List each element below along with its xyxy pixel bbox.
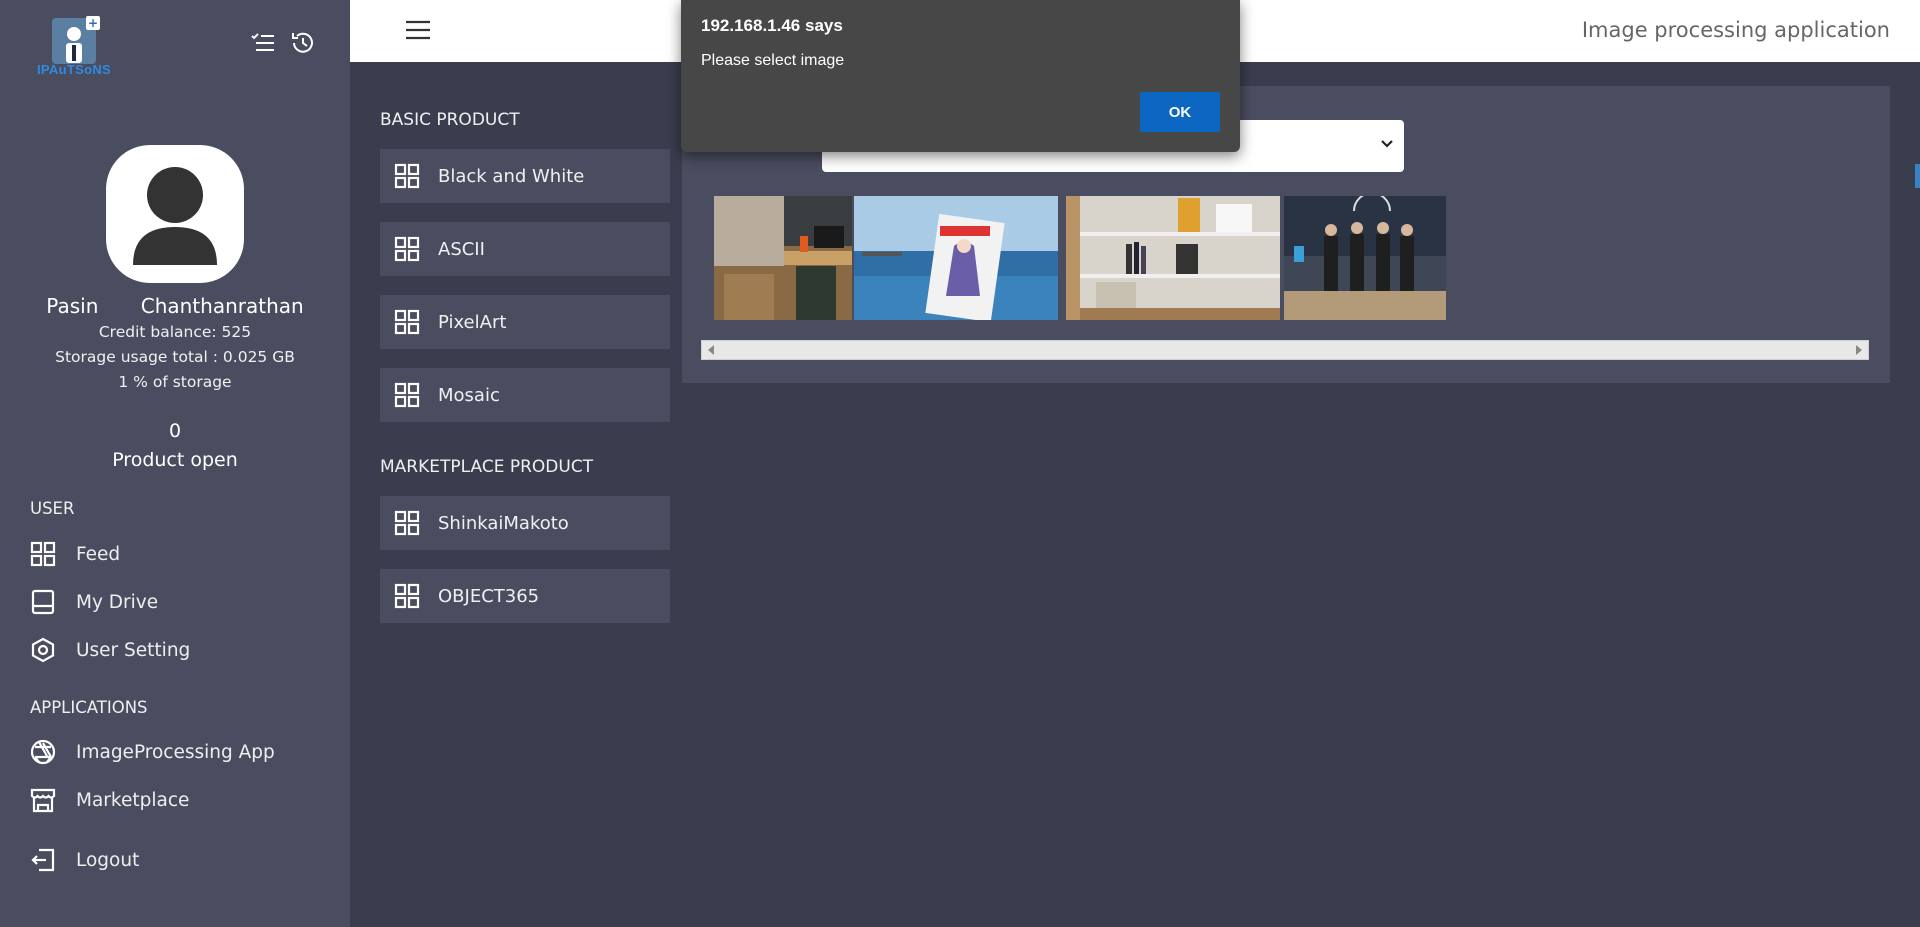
hamburger-menu-icon[interactable] [406, 20, 430, 40]
edge-indicator [1915, 164, 1920, 188]
nav-imageprocessing-label: ImageProcessing App [76, 741, 275, 763]
grid-icon [394, 382, 420, 408]
user-section-label: USER [30, 499, 75, 518]
product-open-label: Product open [112, 449, 238, 471]
product-label: Mosaic [438, 384, 500, 406]
sidebar: + IPAuTSoNS Pasin Chanthanrathan Credit … [0, 0, 350, 927]
drive-icon [30, 589, 56, 615]
scroll-right-icon[interactable] [1856, 345, 1862, 355]
history-icon[interactable] [290, 30, 316, 56]
alert-title: 192.168.1.46 says [701, 16, 843, 35]
nav-my-drive-label: My Drive [76, 591, 159, 613]
basic-product-label: BASIC PRODUCT [380, 110, 520, 130]
aperture-icon [30, 739, 56, 765]
nav-marketplace[interactable]: Marketplace [30, 783, 189, 817]
user-name: Pasin Chanthanrathan [0, 294, 350, 318]
grid-icon [394, 309, 420, 335]
grid-icon [394, 510, 420, 536]
storage-percent: 1 % of storage [118, 373, 232, 391]
product-mosaic[interactable]: Mosaic [380, 368, 670, 422]
nav-user-setting[interactable]: User Setting [30, 633, 190, 667]
alert-ok-button[interactable]: OK [1140, 92, 1220, 132]
product-label: ASCII [438, 238, 485, 260]
app-title: Image processing application [1581, 18, 1890, 42]
image-thumbnail[interactable] [1066, 196, 1280, 320]
grid-icon [394, 163, 420, 189]
user-first-name: Pasin [46, 294, 99, 318]
nav-feed-label: Feed [76, 543, 121, 565]
storage-total: Storage usage total : 0.025 GB [55, 348, 295, 366]
product-label: Black and White [438, 165, 585, 187]
checklist-icon[interactable] [250, 30, 276, 56]
image-thumbnail[interactable] [854, 196, 1058, 320]
product-pixelart[interactable]: PixelArt [380, 295, 670, 349]
logout-icon [30, 847, 56, 873]
horizontal-scrollbar[interactable] [701, 340, 1869, 360]
store-icon [30, 787, 56, 813]
chevron-down-icon [1380, 136, 1394, 150]
grid-icon [30, 541, 56, 567]
image-thumbnail[interactable] [1284, 196, 1446, 320]
user-last-name: Chanthanrathan [140, 294, 304, 318]
avatar[interactable] [106, 145, 244, 283]
applications-section-label: APPLICATIONS [30, 698, 148, 717]
nav-feed[interactable]: Feed [30, 537, 120, 571]
nav-imageprocessing-app[interactable]: ImageProcessing App [30, 735, 275, 769]
image-thumbnail[interactable] [714, 196, 852, 320]
nav-user-setting-label: User Setting [76, 639, 191, 661]
nav-marketplace-label: Marketplace [76, 789, 190, 811]
product-label: PixelArt [438, 311, 507, 333]
app-logo[interactable]: + IPAuTSoNS [36, 16, 112, 78]
marketplace-product-label: MARKETPLACE PRODUCT [380, 457, 594, 477]
grid-icon [394, 583, 420, 609]
alert-dialog: 192.168.1.46 says Please select image OK [681, 0, 1240, 152]
alert-message: Please select image [701, 52, 845, 69]
scroll-left-icon[interactable] [708, 345, 714, 355]
product-label: ShinkaiMakoto [438, 512, 569, 534]
logo-icon: + [52, 16, 100, 64]
grid-icon [394, 236, 420, 262]
nav-my-drive[interactable]: My Drive [30, 585, 158, 619]
settings-icon [30, 637, 56, 663]
nav-logout-label: Logout [76, 849, 140, 871]
credit-balance: Credit balance: 525 [98, 323, 252, 341]
logo-text: IPAuTSoNS [37, 62, 111, 77]
product-open-count: 0 [168, 420, 182, 442]
nav-logout[interactable]: Logout [30, 843, 139, 877]
product-object365[interactable]: OBJECT365 [380, 569, 670, 623]
product-label: OBJECT365 [438, 585, 540, 607]
product-ascii[interactable]: ASCII [380, 222, 670, 276]
product-shinkaimakoto[interactable]: ShinkaiMakoto [380, 496, 670, 550]
product-black-and-white[interactable]: Black and White [380, 149, 670, 203]
